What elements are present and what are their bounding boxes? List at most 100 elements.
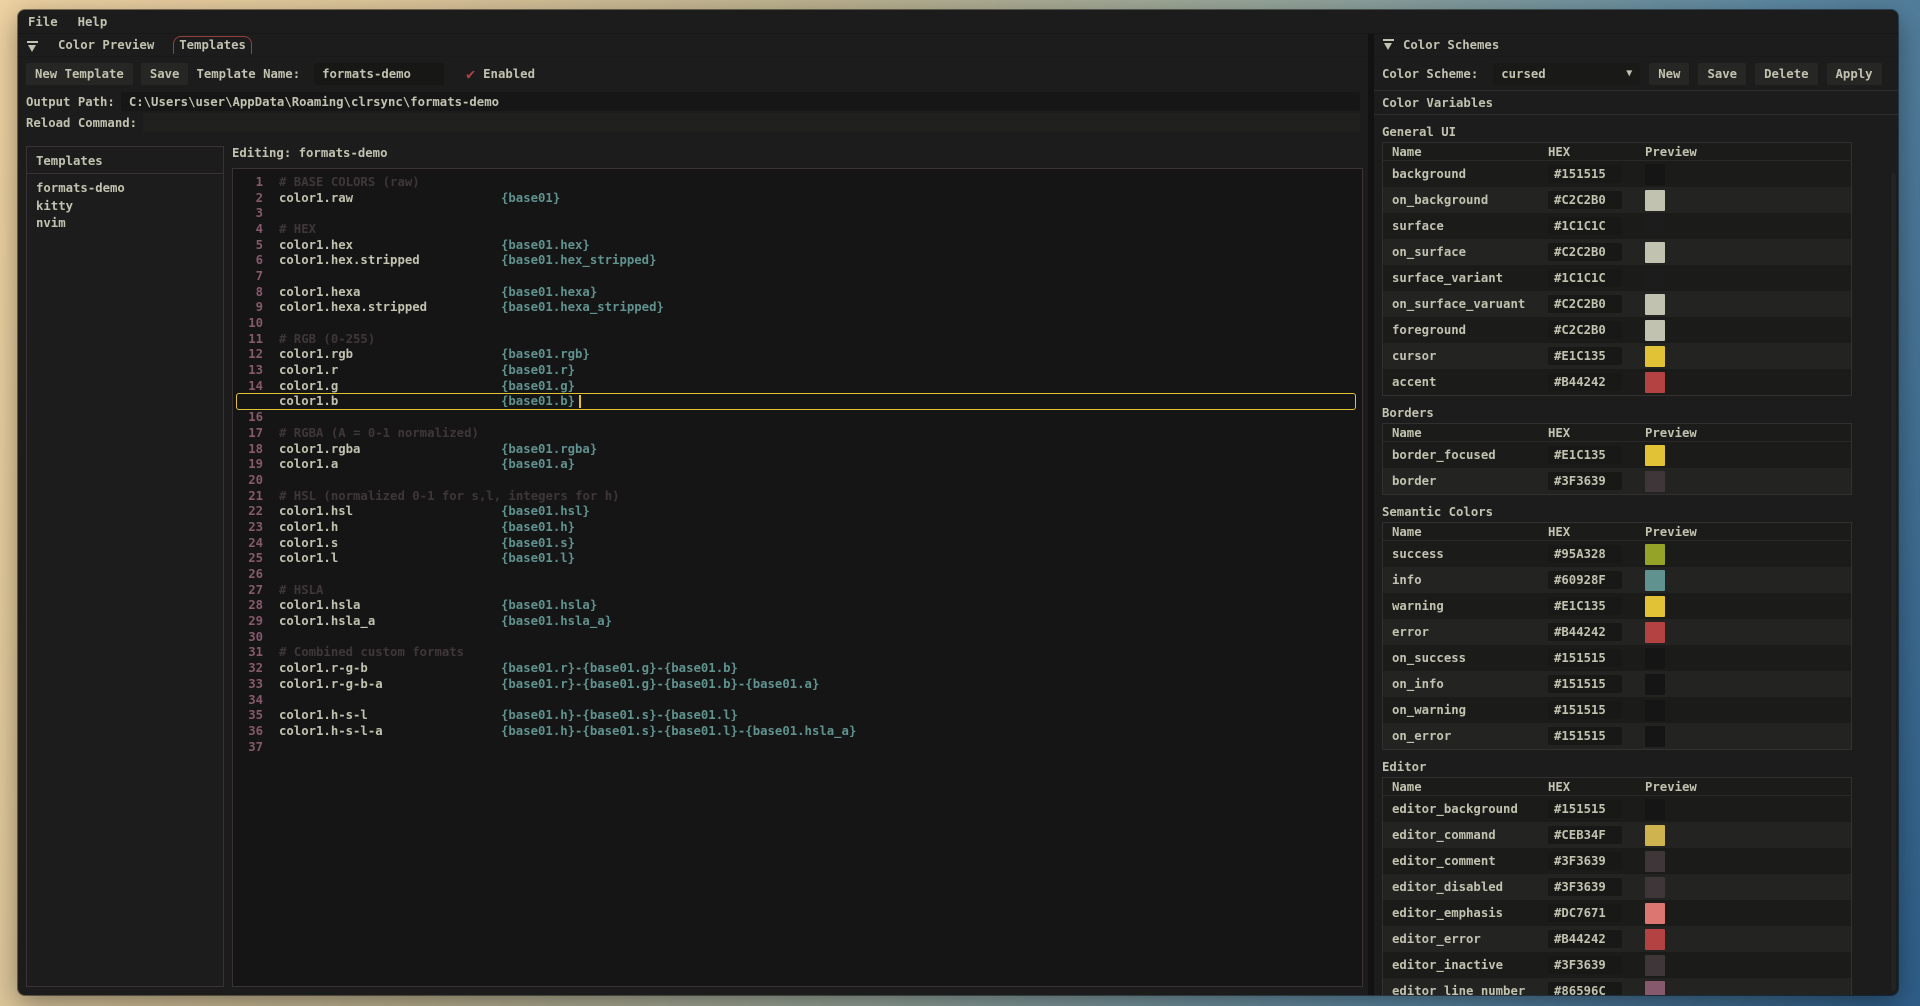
color-swatch[interactable] — [1645, 190, 1665, 211]
variable-hex-input[interactable]: #95A328 — [1548, 545, 1622, 563]
variable-hex-input[interactable]: #151515 — [1548, 800, 1622, 818]
enabled-check-icon[interactable]: ✔ — [466, 65, 475, 83]
variable-hex-input[interactable]: #60928F — [1548, 571, 1622, 589]
variable-hex-input[interactable]: #3F3639 — [1548, 852, 1622, 870]
tab-bar: Color Preview Templates — [18, 34, 1368, 57]
color-swatch[interactable] — [1645, 216, 1665, 237]
line-number: 9 — [235, 300, 263, 314]
section-title: Semantic Colors — [1382, 502, 1898, 522]
color-swatch[interactable] — [1645, 471, 1665, 492]
variable-hex-input[interactable]: #B44242 — [1548, 373, 1622, 391]
code-key: color1.hex.stripped — [279, 253, 420, 267]
line-number: 13 — [235, 363, 263, 377]
color-scheme-select[interactable]: cursed ▼ — [1493, 63, 1640, 85]
color-swatch[interactable] — [1645, 320, 1665, 341]
color-swatch[interactable] — [1645, 570, 1665, 591]
color-swatch[interactable] — [1645, 674, 1665, 695]
color-variable-row: editor_error#B44242 — [1383, 926, 1851, 952]
variable-hex-input[interactable]: #CEB34F — [1548, 826, 1622, 844]
code-value-token: {base01.hsl} — [501, 504, 590, 518]
variable-hex-input[interactable]: #151515 — [1548, 649, 1622, 667]
template-code-editor[interactable]: 1# BASE COLORS (raw)2color1.raw{base01}3… — [232, 168, 1363, 987]
current-edit-line[interactable]: color1.b{base01.b} — [233, 394, 1362, 410]
new-template-button[interactable]: New Template — [26, 63, 133, 85]
variable-hex-input[interactable]: #1C1C1C — [1548, 217, 1622, 235]
color-swatch[interactable] — [1645, 700, 1665, 721]
variable-hex-input[interactable]: #151515 — [1548, 165, 1622, 183]
color-swatch[interactable] — [1645, 164, 1665, 185]
tab-color-preview[interactable]: Color Preview — [53, 37, 159, 54]
color-swatch[interactable] — [1645, 544, 1665, 565]
variable-name: background — [1383, 167, 1548, 181]
section-title: Editor — [1382, 757, 1898, 777]
code-comment: # HSL (normalized 0-1 for s,l, integers … — [279, 489, 620, 503]
color-swatch[interactable] — [1645, 622, 1665, 643]
color-swatch[interactable] — [1645, 799, 1665, 820]
collapse-triangle-icon[interactable] — [1382, 39, 1395, 51]
color-swatch[interactable] — [1645, 851, 1665, 872]
collapse-triangle-icon[interactable] — [26, 41, 39, 53]
scheme-apply-button[interactable]: Apply — [1827, 63, 1882, 85]
menu-help[interactable]: Help — [78, 15, 108, 29]
code-line: 32color1.r-g-b{base01.r}-{base01.g}-{bas… — [233, 660, 1362, 676]
save-template-button[interactable]: Save — [141, 63, 189, 85]
color-swatch[interactable] — [1645, 903, 1665, 924]
color-swatch[interactable] — [1645, 596, 1665, 617]
color-swatch[interactable] — [1645, 346, 1665, 367]
variable-hex-input[interactable]: #C2C2B0 — [1548, 295, 1622, 313]
color-swatch[interactable] — [1645, 955, 1665, 976]
menu-file[interactable]: File — [28, 15, 58, 29]
line-number: 36 — [235, 724, 263, 738]
color-swatch[interactable] — [1645, 294, 1665, 315]
color-swatch[interactable] — [1645, 445, 1665, 466]
line-number: 31 — [235, 645, 263, 659]
variable-hex-input[interactable]: #DC7671 — [1548, 904, 1622, 922]
column-header: HEX — [1548, 426, 1644, 440]
template-list-item[interactable]: nvim — [36, 215, 214, 233]
variable-hex-input[interactable]: #B44242 — [1548, 930, 1622, 948]
color-swatch[interactable] — [1645, 981, 1665, 996]
color-swatch[interactable] — [1645, 268, 1665, 289]
code-key: color1.g — [279, 379, 338, 393]
color-variable-row: on_success#151515 — [1383, 645, 1851, 671]
variable-hex-input[interactable]: #E1C135 — [1548, 597, 1622, 615]
variable-hex-input[interactable]: #C2C2B0 — [1548, 191, 1622, 209]
variable-hex-input[interactable]: #151515 — [1548, 727, 1622, 745]
color-swatch[interactable] — [1645, 648, 1665, 669]
variable-hex-input[interactable]: #E1C135 — [1548, 446, 1622, 464]
line-number: 6 — [235, 253, 263, 267]
variable-hex-input[interactable]: #151515 — [1548, 701, 1622, 719]
vertical-scrollbar[interactable] — [1891, 173, 1896, 991]
color-swatch[interactable] — [1645, 877, 1665, 898]
scheme-delete-button[interactable]: Delete — [1755, 63, 1817, 85]
scheme-new-button[interactable]: New — [1649, 63, 1689, 85]
scheme-save-button[interactable]: Save — [1698, 63, 1746, 85]
tab-templates[interactable]: Templates — [173, 36, 252, 54]
color-swatch[interactable] — [1645, 726, 1665, 747]
color-swatch[interactable] — [1645, 825, 1665, 846]
reload-command-input[interactable] — [143, 113, 1360, 132]
variable-hex-input[interactable]: #B44242 — [1548, 623, 1622, 641]
variable-hex-input[interactable]: #3F3639 — [1548, 472, 1622, 490]
variable-hex-input[interactable]: #3F3639 — [1548, 956, 1622, 974]
output-path-input[interactable]: C:\Users\user\AppData\Roaming\clrsync\fo… — [121, 92, 1360, 111]
template-name-input[interactable]: formats-demo — [314, 63, 444, 85]
variable-hex-input[interactable]: #86596C — [1548, 982, 1622, 995]
template-list-item[interactable]: formats-demo — [36, 180, 214, 198]
color-variable-row: accent#B44242 — [1383, 369, 1851, 395]
color-swatch[interactable] — [1645, 242, 1665, 263]
variable-hex-input[interactable]: #3F3639 — [1548, 878, 1622, 896]
desktop-wallpaper: { "menu": { "items": ["File", "Help"] },… — [0, 0, 1920, 1006]
variable-hex-input[interactable]: #1C1C1C — [1548, 269, 1622, 287]
color-swatch[interactable] — [1645, 929, 1665, 950]
variable-hex-input[interactable]: #E1C135 — [1548, 347, 1622, 365]
code-line: 34 — [233, 692, 1362, 708]
variable-name: warning — [1383, 599, 1548, 613]
color-swatch[interactable] — [1645, 372, 1665, 393]
template-list-item[interactable]: kitty — [36, 198, 214, 216]
code-key: color1.r-g-b — [279, 661, 368, 675]
variable-hex-input[interactable]: #C2C2B0 — [1548, 243, 1622, 261]
variable-hex-input[interactable]: #C2C2B0 — [1548, 321, 1622, 339]
code-line: 8color1.hexa{base01.hexa} — [233, 284, 1362, 300]
variable-hex-input[interactable]: #151515 — [1548, 675, 1622, 693]
